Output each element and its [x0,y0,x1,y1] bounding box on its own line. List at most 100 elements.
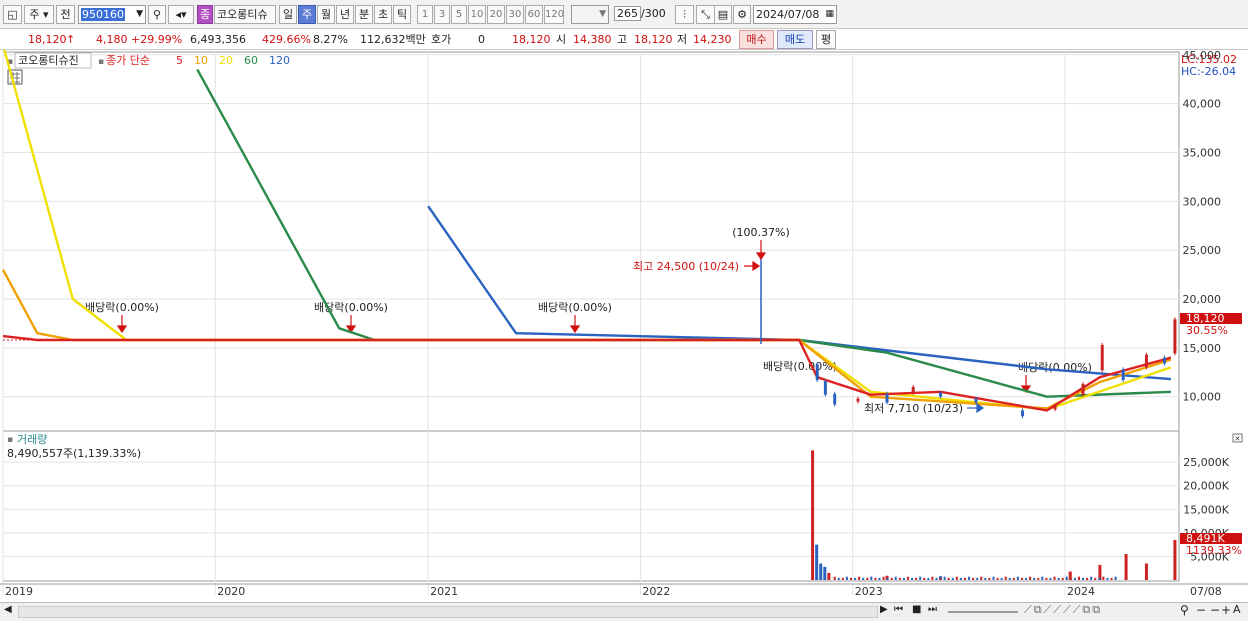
volume-pct: 429.66% [262,33,311,46]
zoom-slider[interactable] [948,611,1018,613]
open-price: 14,380 [573,33,612,46]
dividend-label: 배당락(0.00%) [85,301,159,314]
font-size-icon[interactable]: A [1233,603,1241,616]
tick-button-30[interactable]: 30 [506,5,524,24]
price-tick-label: 35,000 [1183,146,1222,159]
zoom-reset-icon[interactable]: − [1210,603,1220,617]
tab-4[interactable]: 분 [355,5,373,24]
volume-bar-small [951,577,954,580]
volume-panel-close-mark: ✕ [1235,435,1241,443]
buy-button[interactable]: 매수 [739,30,774,49]
volume-bar [827,572,831,580]
volume-bullet: ▪ [7,435,13,445]
tick-button-120[interactable]: 120 [544,5,564,24]
volume-bar-small [890,577,893,580]
prev-button[interactable]: 전 [56,5,75,24]
volume-bar-small [959,577,962,580]
legend-ma-5: 5 [176,54,183,67]
time-tick-label: 2021 [430,585,458,598]
rewind-icon[interactable]: ⏮ [894,604,903,615]
tab-6[interactable]: 틱 [393,5,411,24]
eval-button[interactable]: 평 [816,30,836,49]
chart-scrollbar[interactable]: ◀ ▶ ⏮ ■ ⏭ ⟋⧉⟋⟋⟋⟋⧉⧉ ⚲ − − + A [0,602,1248,621]
volume-bar-small [906,576,909,580]
drawing-tools-icons[interactable]: ⟋⧉⟋⟋⟋⟋⧉⧉ [1024,603,1102,617]
date-field[interactable]: 2024/07/08 ▦ [753,5,837,24]
tick-button-60[interactable]: 60 [525,5,543,24]
tick-button-20[interactable]: 20 [487,5,505,24]
zoom-out-icon[interactable]: − [1196,603,1206,617]
speaker-icon[interactable]: ◂▾ [168,5,194,24]
tick-button-10[interactable]: 10 [468,5,486,24]
low-price: 14,230 [693,33,732,46]
volume-bar-small [1073,577,1076,580]
volume-bar-small [968,576,971,580]
scroll-track[interactable] [18,606,878,618]
tick-button-3[interactable]: 3 [434,5,450,24]
period-select[interactable]: 주 ▾ [24,5,54,24]
tab-0[interactable]: 일 [279,5,297,24]
draw-tool-icon[interactable]: ⤡ [696,5,715,24]
volume-bar [819,563,823,580]
magnify-icon[interactable]: ⚲ [1180,603,1189,617]
tick-button-5[interactable]: 5 [451,5,467,24]
tab-1[interactable]: 주 [298,5,316,24]
candle-body [911,386,915,393]
volume-bar-small [1114,576,1117,580]
time-tick-label: 2023 [855,585,883,598]
stop-icon[interactable]: ■ [912,604,921,615]
search-icon[interactable]: ⚲ [148,5,166,24]
count-field[interactable]: 265/300 [612,5,668,24]
candle-body [1081,384,1085,395]
volume-bar-small [1065,576,1068,580]
legend-ma-120: 120 [269,54,290,67]
time-tick-label: 2020 [217,585,245,598]
volume-bar-small [1025,577,1028,580]
volume-bar-small [1033,577,1036,580]
tick-button-1[interactable]: 1 [417,5,433,24]
scroll-right-icon[interactable]: ▶ [880,604,888,615]
zoom-in-icon[interactable]: + [1221,603,1231,617]
volume-bar-small [837,577,840,580]
price-tick-label: 25,000 [1183,244,1222,257]
volume-bar-small [870,576,873,580]
hc-label: HC:-26.04 [1181,65,1236,78]
volume-bar-small [984,577,987,580]
forward-icon[interactable]: ⏭ [928,604,937,615]
volume-bar-small [1020,577,1023,580]
sell-button[interactable]: 매도 [777,30,813,49]
tick-custom-select[interactable]: ▼ [571,5,609,24]
volume-bar-small [1061,577,1064,580]
tab-3[interactable]: 년 [336,5,354,24]
volume-bar-small [988,577,991,580]
stock-code-input[interactable]: 950160 ▼ [78,5,146,24]
high-label: 고 [617,33,628,46]
hoga-value: 0 [478,33,485,46]
volume-bar-small [1106,577,1109,580]
volume-bar-small [955,576,958,580]
stock-name-field[interactable]: 코오롱티슈 [214,5,276,24]
gear-icon[interactable]: ⚙ [733,5,751,24]
volume-bar-small [1037,577,1040,580]
scroll-left-icon[interactable]: ◀ [4,604,12,615]
tab-2[interactable]: 월 [317,5,335,24]
volume-bar-small [947,577,950,580]
volume-bar-small [882,576,885,580]
stock-chart[interactable]: ▪ 코오롱티슈진 ▪ 종가 단순 5 10 20 60 120 LC:135.02 HC… [0,44,1248,602]
high-price: 18,120 [634,33,673,46]
chart-area[interactable]: ▪ 코오롱티슈진 ▪ 종가 단순 5 10 20 60 120 LC:135.02 HC… [0,44,1248,602]
candle-body [1144,354,1148,368]
save-icon[interactable]: ▤ [714,5,732,24]
candle-icon[interactable]: ⫶ [675,5,694,24]
low-label: 저 [677,33,688,46]
volume-bar-small [915,577,918,580]
volume-bar-small [862,577,865,580]
trade-amount: 112,632백만 [360,33,426,46]
candle-body [1121,369,1125,381]
window-icon[interactable]: ◱ [3,5,22,24]
tab-5[interactable]: 초 [374,5,392,24]
legend-ma-60: 60 [244,54,258,67]
volume-bar-small [963,577,966,580]
volume-panel [2,430,1180,582]
quote-bar: 18,120 ↑ 4,180 +29.99% 6,493,356 429.66%… [0,29,1248,50]
